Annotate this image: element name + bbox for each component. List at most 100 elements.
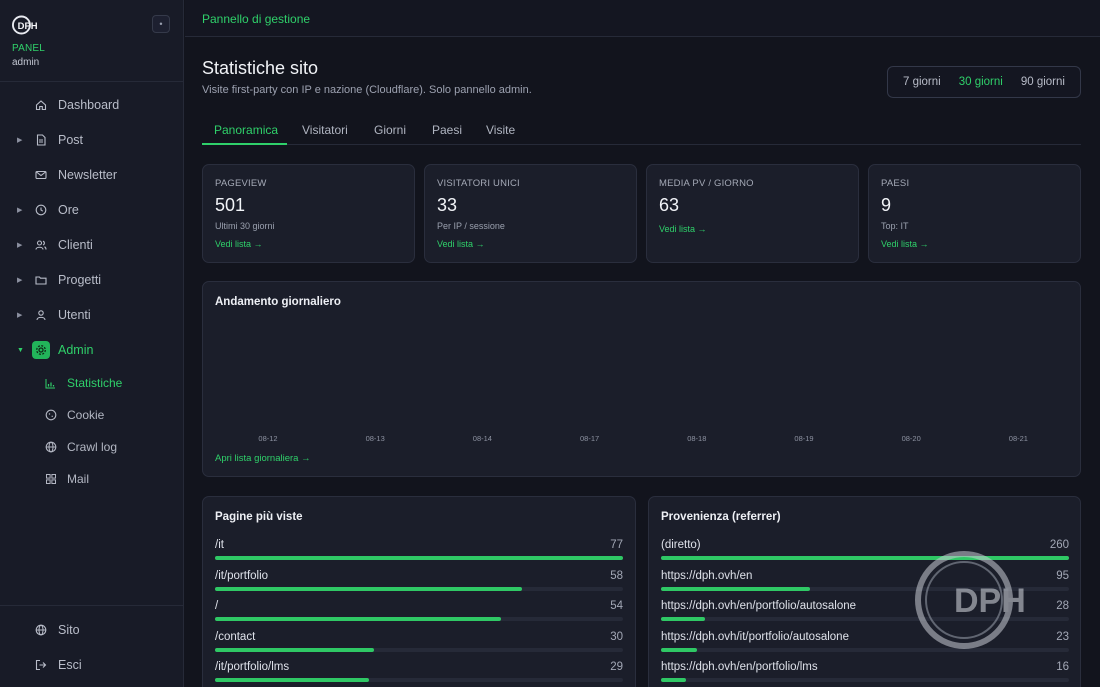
- document-icon: [34, 133, 48, 147]
- range-7-days-button[interactable]: 7 giorni: [898, 72, 946, 92]
- row-value: 30: [610, 630, 623, 643]
- page-title: Statistiche sito: [202, 58, 319, 78]
- tab-panoramica[interactable]: Panoramica: [214, 123, 278, 137]
- sidebar-item-post[interactable]: ▶ Post: [0, 126, 184, 154]
- tab-visite[interactable]: Visite: [486, 123, 515, 137]
- globe-icon: [34, 623, 48, 637]
- sidebar-item-ore[interactable]: ▶ Ore: [0, 196, 184, 224]
- caret-right-icon: ▶: [17, 242, 23, 249]
- kpi-note: Per IP / sessione: [437, 221, 505, 231]
- bar-list-row[interactable]: https://dph.ovh/en/portfolio/lms 16: [661, 661, 1069, 683]
- kpi-label: PAESI: [881, 178, 910, 189]
- sidebar-subitem-label: Crawl log: [67, 440, 118, 454]
- kpi-label: MEDIA PV / GIORNO: [659, 178, 754, 189]
- row-bar-fill: [661, 678, 687, 682]
- kpi-value: 63: [659, 195, 680, 215]
- sidebar-item-label: Post: [58, 133, 84, 147]
- tab-giorni[interactable]: Giorni: [374, 123, 406, 137]
- kpi-value: 501: [215, 195, 246, 215]
- row-label: /it/portfolio: [215, 569, 269, 582]
- sidebar-item-progetti[interactable]: ▶ Progetti: [0, 266, 184, 294]
- folder-icon: [34, 273, 48, 287]
- sidebar-divider: [0, 605, 184, 606]
- users-icon: [34, 238, 48, 252]
- cookie-icon: [44, 409, 57, 422]
- kpi-view-list-link[interactable]: Vedi lista →: [881, 239, 929, 249]
- sidebar-subitem-statistiche[interactable]: Statistiche: [0, 370, 184, 396]
- row-label: /it: [215, 539, 224, 551]
- referrers-title: Provenienza (referrer): [661, 511, 781, 523]
- sidebar-item-esci[interactable]: Esci: [0, 651, 184, 679]
- row-bar-fill: [215, 617, 502, 621]
- sidebar-subitem-cookie[interactable]: Cookie: [0, 402, 184, 428]
- sidebar-item-sito[interactable]: Sito: [0, 616, 184, 644]
- sidebar-item-label: Esci: [58, 658, 82, 672]
- x-tick-label: 08-12: [258, 434, 278, 443]
- top-pages-title: Pagine più viste: [215, 511, 303, 523]
- page-subtitle: Visite first-party con IP e nazione (Clo…: [202, 84, 532, 96]
- sidebar-item-label: Utenti: [58, 308, 91, 322]
- kpi-card-pageview: PAGEVIEW 501 Ultimi 30 giorni Vedi lista…: [202, 164, 415, 263]
- bar-list-row[interactable]: /it/portfolio 58: [215, 570, 623, 592]
- sidebar-item-newsletter[interactable]: Newsletter: [0, 161, 184, 189]
- kpi-card-visitatori-unici: VISITATORI UNICI 33 Per IP / sessione Ve…: [424, 164, 637, 263]
- clock-icon: [34, 203, 48, 217]
- row-bar-track: [215, 586, 623, 591]
- x-tick-label: 08-18: [687, 434, 707, 443]
- sidebar: DPH PANEL admin • Dashboard ▶ Post Newsl…: [0, 0, 184, 687]
- kpi-value: 33: [437, 195, 458, 215]
- x-tick-label: 08-17: [580, 434, 600, 443]
- kpi-label: VISITATORI UNICI: [437, 178, 520, 189]
- kpi-value: 9: [881, 195, 892, 215]
- sidebar-subitem-crawl-log[interactable]: Crawl log: [0, 434, 184, 460]
- row-label: https://dph.ovh/en/portfolio/lms: [661, 661, 818, 673]
- sidebar-item-label: Admin: [58, 343, 94, 357]
- kpi-view-list-link[interactable]: Vedi lista →: [437, 239, 485, 249]
- x-tick-label: 08-21: [1008, 434, 1028, 443]
- tab-visitatori[interactable]: Visitatori: [302, 123, 348, 137]
- x-tick-label: 08-13: [365, 434, 385, 443]
- kpi-card-media-pv: MEDIA PV / GIORNO 63 Vedi lista →: [646, 164, 859, 263]
- x-tick-label: 08-20: [901, 434, 921, 443]
- bar-list-row[interactable]: / 54: [215, 600, 623, 622]
- chart-title: Andamento giornaliero: [215, 296, 341, 308]
- bar-chart-icon: [44, 377, 57, 390]
- range-90-days-button[interactable]: 90 giorni: [1016, 72, 1070, 92]
- kpi-label: PAGEVIEW: [215, 178, 267, 189]
- kpi-note: Ultimi 30 giorni: [215, 221, 275, 231]
- sidebar-item-clienti[interactable]: ▶ Clienti: [0, 231, 184, 259]
- row-label: (diretto): [661, 539, 701, 551]
- row-bar-fill: [661, 617, 705, 621]
- top-pages-card: Pagine più viste /it 77/it/portfolio 58 / 54…: [202, 496, 636, 687]
- kpi-card-paesi: PAESI 9 Top: IT Vedi lista →: [868, 164, 1081, 263]
- collapse-sidebar-button[interactable]: •: [152, 15, 170, 33]
- sidebar-item-utenti[interactable]: ▶ Utenti: [0, 301, 184, 329]
- range-30-days-button[interactable]: 30 giorni: [954, 72, 1008, 92]
- logout-icon: [34, 658, 48, 672]
- bar-list-row[interactable]: /it/portfolio/lms 29: [215, 661, 623, 683]
- row-bar-track: [215, 678, 623, 682]
- bar-list-row[interactable]: /it 77: [215, 539, 623, 561]
- caret-down-icon: ▼: [17, 346, 24, 354]
- home-icon: [34, 98, 48, 112]
- brand-logo[interactable]: DPH: [12, 12, 46, 38]
- bar-list-row[interactable]: /contact 30: [215, 631, 623, 653]
- row-value: 58: [610, 569, 623, 582]
- sidebar-subitem-mail[interactable]: Mail: [0, 466, 184, 492]
- tab-paesi[interactable]: Paesi: [432, 123, 462, 137]
- row-label: /: [215, 600, 219, 612]
- sidebar-item-admin[interactable]: ▼ Admin: [0, 336, 184, 364]
- open-daily-list-link[interactable]: Apri lista giornaliera →: [215, 453, 311, 464]
- sidebar-item-label: Dashboard: [58, 98, 120, 112]
- mail-icon: [34, 168, 48, 182]
- kpi-view-list-link[interactable]: Vedi lista →: [215, 239, 263, 249]
- row-bar-fill: [661, 647, 698, 652]
- caret-right-icon: ▶: [17, 137, 23, 144]
- row-value: 16: [1056, 661, 1069, 673]
- sidebar-item-dashboard[interactable]: Dashboard: [0, 91, 184, 119]
- caret-right-icon: ▶: [17, 277, 23, 284]
- row-value: 54: [610, 600, 623, 612]
- caret-right-icon: ▶: [17, 207, 23, 214]
- topbar-title[interactable]: Pannello di gestione: [202, 12, 310, 26]
- kpi-view-list-link[interactable]: Vedi lista →: [659, 224, 707, 234]
